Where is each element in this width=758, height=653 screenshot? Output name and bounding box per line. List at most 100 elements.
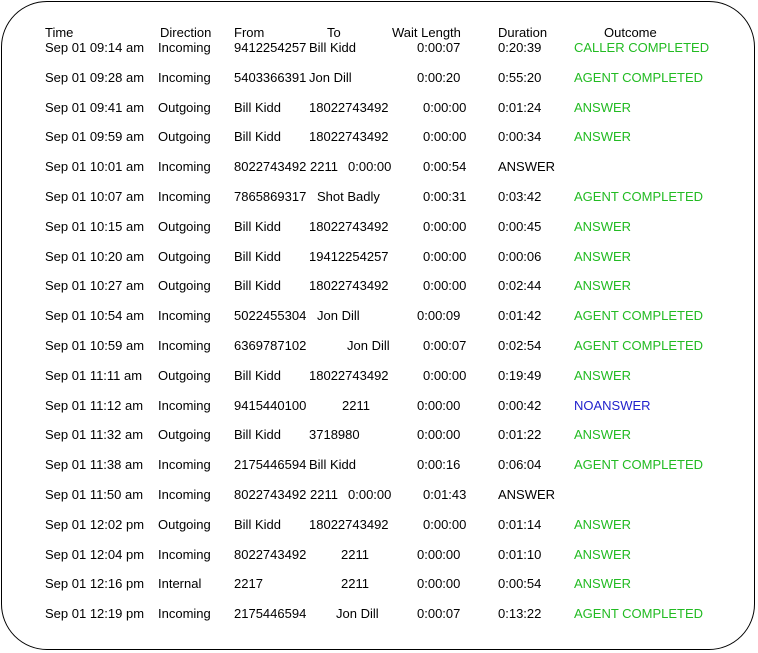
cell-direction: Outgoing <box>158 367 211 383</box>
cell-direction: Incoming <box>158 457 211 473</box>
cell-from: Bill Kidd <box>234 278 281 294</box>
cell-outcome: ANSWER <box>498 159 556 175</box>
cell-outcome: ANSWER <box>574 367 632 383</box>
table-row: Sep 01 09:28 am Incoming 5403366391 Jon Dil… <box>0 70 758 90</box>
cell-to: 2211 <box>341 576 369 592</box>
cell-duration: 0:02:54 <box>498 338 542 353</box>
cell-wait: 0:00:07 <box>417 606 461 622</box>
table-row: Sep 01 10:59 am Incoming 6369787102 Jon Dil… <box>0 338 758 358</box>
cell-from: Bill Kidd <box>234 516 281 532</box>
cell-time: Sep 01 12:19 pm <box>45 606 145 622</box>
cell-to: Jon Dill <box>336 606 379 622</box>
cell-from: 5403366391 <box>234 69 307 85</box>
cell-wait: 0:00:00 <box>417 427 461 443</box>
cell-time: Sep 01 10:15 am <box>45 218 145 234</box>
cell-from: 8022743492 <box>234 487 307 502</box>
table-row: Sep 01 12:19 pm Incoming 2175446594 Jon Dil… <box>0 606 758 626</box>
table-row: Sep 01 11:32 am Outgoing Bill Kidd 3718980 0… <box>0 427 758 447</box>
cell-to: 2211 <box>342 397 370 413</box>
cell-duration: 0:00:06 <box>498 248 542 264</box>
cell-duration: 0:55:20 <box>498 69 542 85</box>
cell-duration: 0:00:45 <box>498 218 542 234</box>
cell-outcome: ANSWER <box>574 516 632 532</box>
cell-time: Sep 01 11:11 am <box>45 367 143 383</box>
cell-wait: 0:00:00 <box>417 546 461 562</box>
cell-wait: 0:00:00 <box>423 129 467 145</box>
header-to: To <box>327 25 341 40</box>
table-row: Sep 01 12:16 pm Internal 2217 2211 0:00:00 0:… <box>0 576 758 596</box>
cell-time: Sep 01 10:01 am <box>45 159 145 175</box>
cell-direction: Outgoing <box>158 218 211 234</box>
cell-to: 3718980 <box>309 427 360 443</box>
cell-time: Sep 01 11:32 am <box>45 427 144 443</box>
table-row: Sep 01 10:01 am Incoming 8022743492 2211 0:0… <box>0 159 758 179</box>
cell-to: 2211 <box>310 487 338 502</box>
cell-from: Bill Kidd <box>234 367 281 383</box>
cell-direction: Outgoing <box>158 278 211 294</box>
cell-outcome: AGENT COMPLETED <box>574 308 704 324</box>
cell-to: 19412254257 <box>309 248 389 264</box>
cell-from: 9412254257 <box>234 40 307 55</box>
cell-outcome: ANSWER <box>574 248 632 264</box>
cell-outcome: AGENT COMPLETED <box>574 189 704 204</box>
cell-outcome: ANSWER <box>574 218 632 234</box>
cell-wait: 0:00:20 <box>417 69 461 85</box>
cell-to: Bill Kidd <box>309 40 356 55</box>
cell-direction: Incoming <box>158 546 211 562</box>
cell-wait: 0:00:00 <box>348 487 392 502</box>
cell-direction: Incoming <box>158 397 211 413</box>
cell-direction: Outgoing <box>158 248 211 264</box>
cell-to: Jon Dill <box>317 308 360 324</box>
cell-time: Sep 01 11:12 am <box>45 397 144 413</box>
cell-to: 18022743492 <box>309 129 389 145</box>
cell-to: Shot Badly <box>317 189 380 204</box>
cell-direction: Outgoing <box>158 516 211 532</box>
cell-direction: Incoming <box>158 189 211 204</box>
cell-to: Bill Kidd <box>309 457 356 473</box>
cell-outcome: ANSWER <box>574 427 632 443</box>
cell-wait: 0:00:00 <box>423 99 467 115</box>
cell-from: Bill Kidd <box>234 427 281 443</box>
cell-outcome: CALLER COMPLETED <box>574 40 710 55</box>
cell-wait: 0:00:09 <box>417 308 461 324</box>
cell-direction: Incoming <box>158 40 211 55</box>
cell-duration: 0:13:22 <box>498 606 542 622</box>
cell-outcome: AGENT COMPLETED <box>574 606 704 622</box>
cell-wait: 0:00:00 <box>348 159 392 175</box>
cell-time: Sep 01 12:16 pm <box>45 576 145 592</box>
cell-outcome: ANSWER <box>574 546 632 562</box>
cell-outcome: ANSWER <box>574 129 632 145</box>
cell-direction: Outgoing <box>158 427 211 443</box>
cell-wait: 0:00:00 <box>423 278 467 294</box>
cell-to: 18022743492 <box>309 516 389 532</box>
cell-wait: 0:00:16 <box>417 457 461 473</box>
cell-outcome: AGENT COMPLETED <box>574 457 704 473</box>
cell-from: Bill Kidd <box>234 248 281 264</box>
cell-time: Sep 01 09:41 am <box>45 99 145 115</box>
cell-time: Sep 01 12:02 pm <box>45 516 145 532</box>
table-row: Sep 01 12:02 pm Outgoing Bill Kidd 18022743… <box>0 517 758 537</box>
table-row: Sep 01 11:11 am Outgoing Bill Kidd 18022743… <box>0 368 758 388</box>
cell-duration: 0:01:14 <box>498 516 542 532</box>
cell-time: Sep 01 12:04 pm <box>45 546 145 562</box>
cell-duration: 0:01:22 <box>498 427 542 443</box>
table-row: Sep 01 10:54 am Incoming 5022455304 Jon Dil… <box>0 308 758 328</box>
cell-outcome: ANSWER <box>574 278 632 294</box>
table-row: Sep 01 11:50 am Incoming 8022743492 2211 0:0… <box>0 487 758 507</box>
cell-time: Sep 01 10:27 am <box>45 278 145 294</box>
cell-to: 2211 <box>341 546 369 562</box>
cell-wait: 0:00:31 <box>423 189 467 204</box>
cell-direction: Incoming <box>158 338 211 353</box>
cell-from: 8022743492 <box>234 159 307 175</box>
table-row: Sep 01 10:20 am Outgoing Bill Kidd 19412254… <box>0 249 758 269</box>
cell-outcome: ANSWER <box>574 576 632 592</box>
table-row: Sep 01 09:41 am Outgoing Bill Kidd 18022743… <box>0 100 758 120</box>
cell-duration: 0:00:42 <box>498 397 542 413</box>
cell-wait: 0:00:00 <box>417 576 461 592</box>
cell-to: 2211 <box>310 159 338 175</box>
table-row: Sep 01 10:15 am Outgoing Bill Kidd 18022743… <box>0 219 758 239</box>
cell-to: Jon Dill <box>347 338 390 353</box>
cell-from: 5022455304 <box>234 308 307 324</box>
cell-duration: 0:01:43 <box>423 487 467 502</box>
table-row: Sep 01 10:07 am Incoming 7865869317 Shot Ba… <box>0 189 758 209</box>
